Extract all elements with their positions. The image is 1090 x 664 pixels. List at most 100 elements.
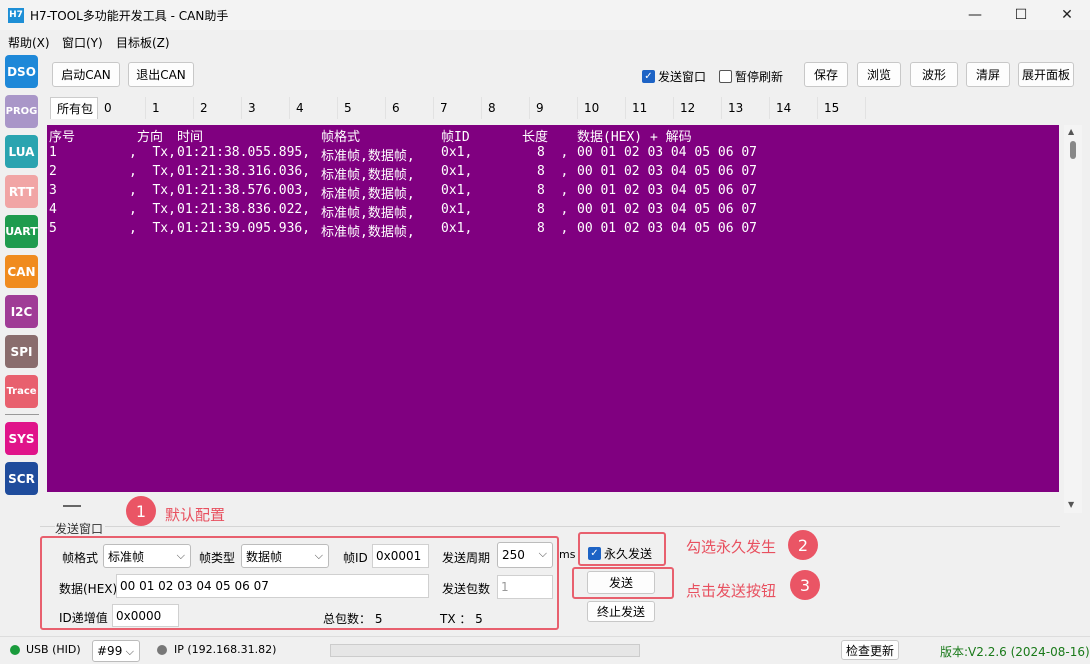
window-title: H7-TOOL多功能开发工具 - CAN助手 [30, 9, 229, 23]
annotation-badge-1: 1 [126, 496, 156, 526]
can-log-console[interactable]: 序号 方向 时间 帧格式 帧ID 长度 数据(HEX) + 解码 1, Tx, 0… [47, 125, 1059, 492]
checkbox-unchecked-icon [719, 70, 732, 83]
maximize-icon[interactable]: ☐ [998, 0, 1044, 30]
hscroll-thumb[interactable] [63, 505, 81, 507]
sidebar-item-rtt[interactable]: RTT [5, 175, 38, 208]
tab-channel[interactable]: 4 [290, 97, 338, 119]
clear-screen-button[interactable]: 清屏 [966, 62, 1010, 87]
col-seq-header: 序号 [49, 130, 76, 145]
col-len-header: 长度 [522, 130, 549, 145]
browse-button[interactable]: 浏览 [857, 62, 901, 87]
col-len: 8 , [537, 145, 569, 160]
close-icon[interactable]: ✕ [1044, 0, 1090, 30]
col-dir: , Tx, [129, 164, 176, 179]
expand-panel-button[interactable]: 展开面板 [1018, 62, 1074, 87]
tab-channel[interactable]: 9 [530, 97, 578, 119]
tab-channel[interactable]: 6 [386, 97, 434, 119]
col-dir: , Tx, [129, 145, 176, 160]
tab-channel[interactable]: 0 [98, 97, 146, 119]
col-len: 8 , [537, 221, 569, 236]
device-value: #99 [97, 644, 123, 658]
scroll-thumb[interactable] [1070, 141, 1076, 159]
send-window-label: 发送窗口 [658, 70, 707, 84]
col-dir: , Tx, [129, 202, 176, 217]
col-dir-header: 方向 [137, 130, 164, 145]
send-window-checkbox[interactable]: ✓ 发送窗口 [642, 68, 706, 85]
save-button[interactable]: 保存 [804, 62, 848, 87]
col-id: 0x1, [441, 164, 473, 179]
col-format: 标准帧,数据帧, [321, 149, 415, 164]
log-row: 4 , Tx, 01:21:38.836.022, 标准帧,数据帧, 0x1, 8 , 00… [49, 202, 1049, 221]
tab-channel[interactable]: 11 [626, 97, 674, 119]
col-data: 00 01 02 03 04 05 06 07 [577, 183, 758, 198]
menu-bar: 帮助(X) 窗口(Y) 目标板(Z) [0, 30, 1090, 52]
check-update-button[interactable]: 检查更新 [841, 640, 899, 660]
send-group-border [40, 526, 1060, 527]
pause-refresh-checkbox[interactable]: 暂停刷新 [719, 68, 783, 85]
annotation-badge-2: 2 [788, 530, 818, 560]
device-select[interactable]: #99 ⌵ [92, 640, 140, 662]
col-format: 标准帧,数据帧, [321, 187, 415, 202]
col-id: 0x1, [441, 221, 473, 236]
waveform-button[interactable]: 波形 [910, 62, 958, 87]
sidebar-item-lua[interactable]: LUA [5, 135, 38, 168]
col-id: 0x1, [441, 183, 473, 198]
ip-status-icon [157, 645, 167, 655]
tab-channel[interactable]: 10 [578, 97, 626, 119]
scroll-up-icon[interactable]: ▲ [1068, 127, 1074, 136]
sidebar-item-spi[interactable]: SPI [5, 335, 38, 368]
col-dir: , Tx, [129, 183, 176, 198]
exit-can-button[interactable]: 退出CAN [128, 62, 194, 87]
tab-channel[interactable]: 2 [194, 97, 242, 119]
version-label: 版本:V2.2.6 (2024-08-16) [940, 645, 1090, 659]
menu-target-board[interactable]: 目标板(Z) [116, 34, 170, 51]
sidebar-item-i2c[interactable]: I2C [5, 295, 38, 328]
usb-status-icon [10, 645, 20, 655]
tab-channel[interactable]: 12 [674, 97, 722, 119]
sidebar-item-trace[interactable]: Trace [5, 375, 38, 408]
log-row: 2 , Tx, 01:21:38.316.036, 标准帧,数据帧, 0x1, 8 , 00… [49, 164, 1049, 183]
col-data: 00 01 02 03 04 05 06 07 [577, 145, 758, 160]
log-row: 1 , Tx, 01:21:38.055.895, 标准帧,数据帧, 0x1, 8 , 00… [49, 145, 1049, 164]
tab-channel[interactable]: 5 [338, 97, 386, 119]
pause-refresh-label: 暂停刷新 [735, 70, 784, 84]
status-bar: USB (HID) #99 ⌵ IP (192.168.31.82) 检查更新 … [0, 636, 1090, 664]
progress-bar [330, 644, 640, 657]
col-len: 8 , [537, 183, 569, 198]
col-seq: 3 [49, 183, 57, 198]
ip-status-text: IP (192.168.31.82) [174, 643, 277, 656]
tab-channel[interactable]: 7 [434, 97, 482, 119]
col-time: 01:21:38.576.003, [177, 183, 311, 198]
col-time: 01:21:39.095.936, [177, 221, 311, 236]
col-time: 01:21:38.316.036, [177, 164, 311, 179]
menu-window[interactable]: 窗口(Y) [62, 34, 103, 51]
sidebar-item-uart[interactable]: UART [5, 215, 38, 248]
col-id-header: 帧ID [441, 130, 470, 145]
annotation-text-2: 勾选永久发生 [686, 538, 777, 556]
sidebar-item-can[interactable]: CAN [5, 255, 38, 288]
period-unit-label: ms [559, 548, 576, 561]
vertical-scrollbar[interactable]: ▲ ▼ [1064, 125, 1082, 513]
tab-channel[interactable]: 1 [146, 97, 194, 119]
send-group-title: 发送窗口 [55, 520, 106, 537]
col-data-header: 数据(HEX) + 解码 [577, 130, 692, 145]
col-time-header: 时间 [177, 130, 204, 145]
sidebar-item-dso[interactable]: DSO [5, 55, 38, 88]
tab-channel[interactable]: 14 [770, 97, 818, 119]
sidebar-item-sys[interactable]: SYS [5, 422, 38, 455]
start-can-button[interactable]: 启动CAN [52, 62, 120, 87]
col-format: 标准帧,数据帧, [321, 206, 415, 221]
tab-channel[interactable]: 3 [242, 97, 290, 119]
menu-help[interactable]: 帮助(X) [8, 34, 50, 51]
tab-channel[interactable]: 8 [482, 97, 530, 119]
app-logo-icon: H7 [8, 8, 24, 23]
stop-send-button[interactable]: 终止发送 [587, 601, 655, 622]
sidebar-item-prog[interactable]: PROG [5, 95, 38, 128]
col-time: 01:21:38.836.022, [177, 202, 311, 217]
minimize-icon[interactable]: — [952, 0, 998, 30]
scroll-down-icon[interactable]: ▼ [1068, 500, 1074, 509]
tab-channel[interactable]: 15 [818, 97, 866, 119]
tab-channel[interactable]: 13 [722, 97, 770, 119]
tab-all-packets[interactable]: 所有包 [50, 97, 98, 119]
sidebar-item-scr[interactable]: SCR [5, 462, 38, 495]
